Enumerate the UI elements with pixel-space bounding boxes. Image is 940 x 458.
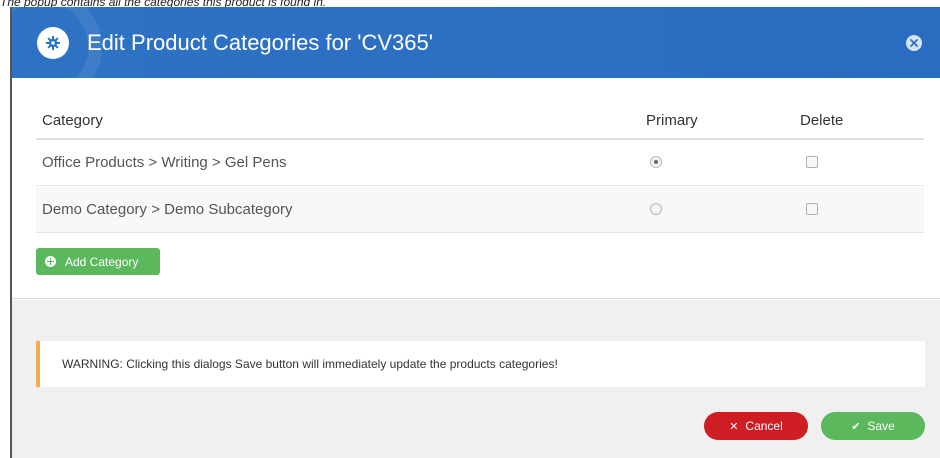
cancel-button[interactable]: ✕ Cancel — [704, 412, 808, 440]
dialog-title: Edit Product Categories for 'CV365' — [87, 30, 433, 55]
x-icon: ✕ — [729, 420, 739, 433]
dialog-header: Edit Product Categories for 'CV365' — [12, 7, 940, 78]
plus-circle-icon — [45, 256, 56, 267]
save-button[interactable]: ✔ Save — [821, 412, 925, 440]
warning-message: WARNING: Clicking this dialogs Save butt… — [36, 341, 925, 387]
dialog-footer: WARNING: Clicking this dialogs Save butt… — [12, 300, 940, 458]
delete-checkbox[interactable] — [806, 156, 818, 168]
category-path: Demo Category > Demo Subcategory — [42, 201, 293, 218]
gear-icon — [37, 27, 69, 59]
primary-radio[interactable] — [650, 203, 662, 215]
table-header: Category Primary Delete — [36, 102, 924, 140]
delete-checkbox[interactable] — [806, 203, 818, 215]
save-label: Save — [867, 419, 895, 433]
header-primary: Primary — [646, 111, 698, 129]
header-category: Category — [42, 111, 103, 129]
table-row: Office Products > Writing > Gel Pens — [36, 140, 924, 186]
edit-categories-dialog: Edit Product Categories for 'CV365' Cate… — [10, 7, 940, 458]
category-path: Office Products > Writing > Gel Pens — [42, 154, 287, 171]
primary-radio[interactable] — [650, 156, 662, 168]
close-icon[interactable] — [906, 35, 922, 51]
table-row: Demo Category > Demo Subcategory — [36, 187, 924, 233]
add-category-label: Add Category — [65, 254, 139, 269]
cancel-label: Cancel — [745, 419, 783, 433]
checkmark-icon: ✔ — [851, 420, 861, 433]
add-category-button[interactable]: Add Category — [36, 248, 160, 275]
header-delete: Delete — [800, 111, 844, 129]
